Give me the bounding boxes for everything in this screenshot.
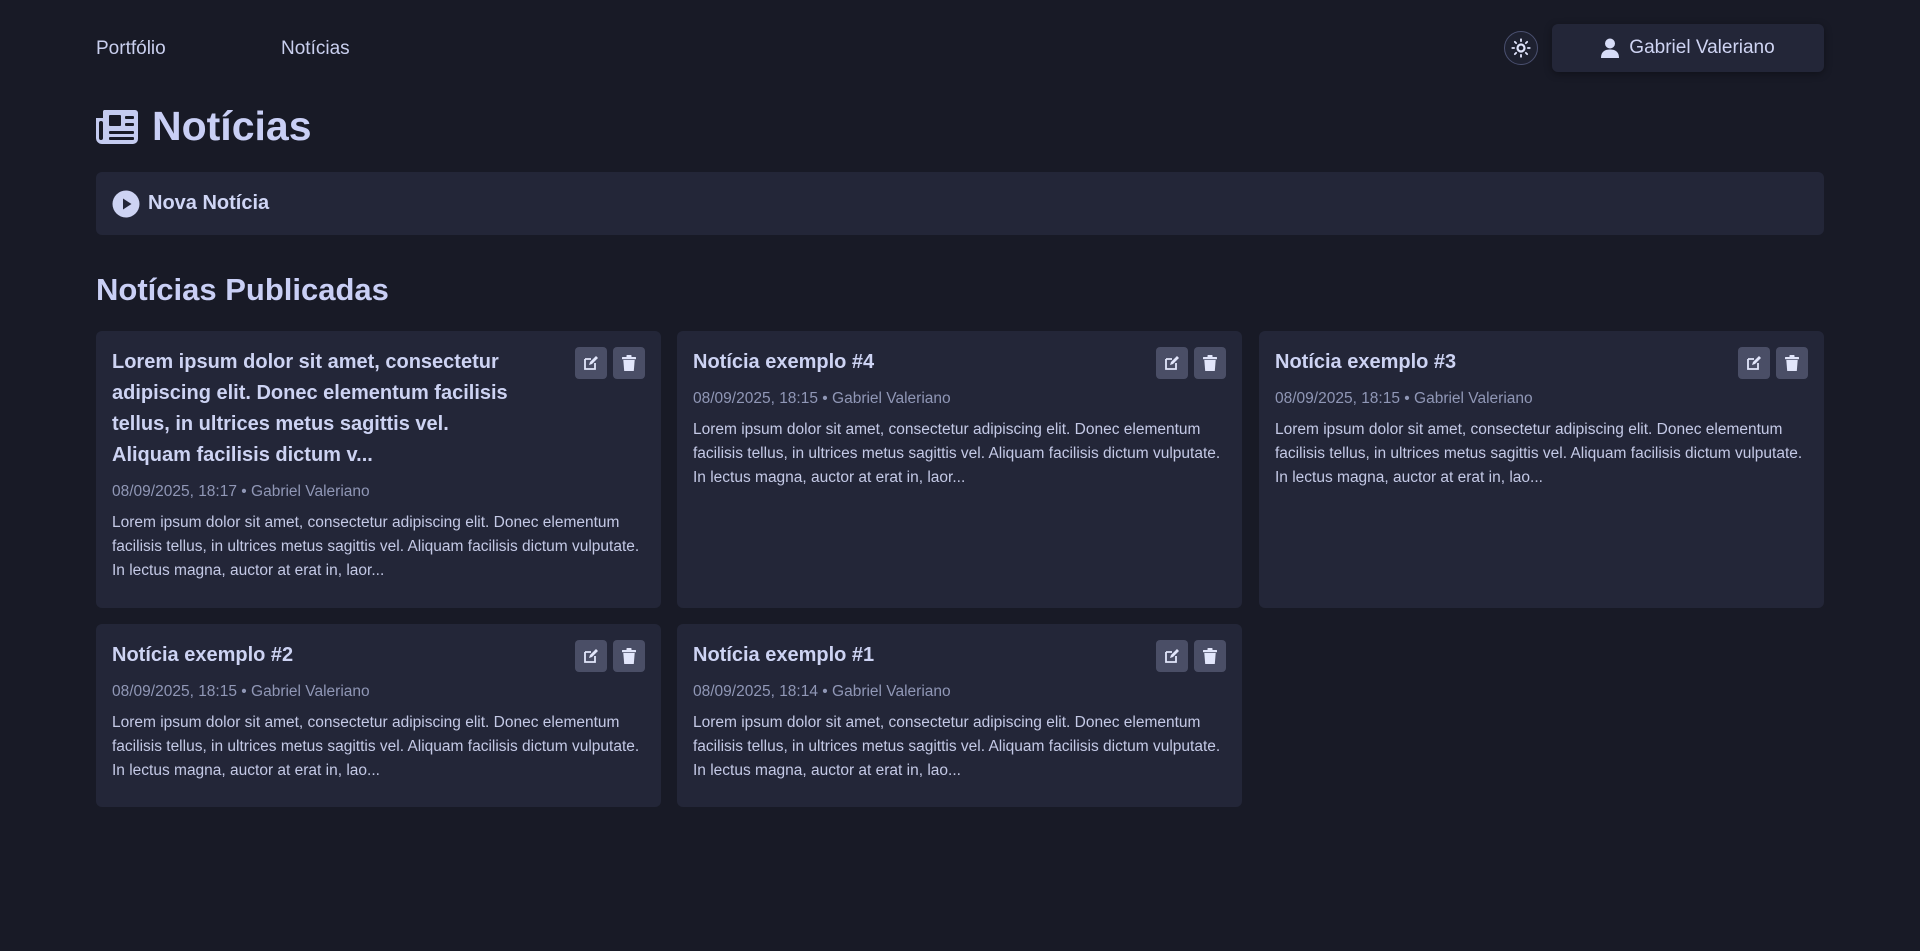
user-name: Gabriel Valeriano [1629, 37, 1775, 58]
trash-icon [1203, 648, 1217, 664]
news-card-actions [1738, 347, 1808, 379]
news-card: Lorem ipsum dolor sit amet, consectetur … [96, 331, 661, 608]
news-card-body: Lorem ipsum dolor sit amet, consectetur … [1275, 421, 1803, 486]
delete-button[interactable] [1194, 347, 1226, 379]
trash-icon [622, 355, 636, 371]
page: Portfólio Notícias Gabriel Valeriano Not… [0, 0, 1920, 951]
news-card-title[interactable]: Notícia exemplo #1 [693, 640, 1093, 671]
news-card: Notícia exemplo #4 08/09/2025, 18:15 • G… [677, 331, 1242, 608]
delete-button[interactable] [1194, 640, 1226, 672]
news-card-body: Lorem ipsum dolor sit amet, consectetur … [693, 714, 1221, 779]
theme-toggle-button[interactable] [1504, 31, 1538, 65]
news-card-body: Lorem ipsum dolor sit amet, consectetur … [693, 421, 1221, 486]
news-card-title[interactable]: Notícia exemplo #3 [1275, 347, 1675, 378]
news-card: Notícia exemplo #3 08/09/2025, 18:15 • G… [1259, 331, 1824, 608]
delete-button[interactable] [613, 347, 645, 379]
news-card: Notícia exemplo #2 08/09/2025, 18:15 • G… [96, 624, 661, 807]
edit-icon [1747, 356, 1761, 370]
news-card: Notícia exemplo #1 08/09/2025, 18:14 • G… [677, 624, 1242, 807]
news-card-actions [575, 640, 645, 672]
news-card-meta: 08/09/2025, 18:15 • Gabriel Valeriano [1275, 390, 1533, 407]
new-news-toggle[interactable]: Nova Notícia [96, 172, 1824, 235]
play-circle-icon [112, 190, 140, 217]
edit-button[interactable] [1156, 640, 1188, 672]
news-card-title[interactable]: Lorem ipsum dolor sit amet, consectetur … [112, 347, 512, 471]
news-card-title[interactable]: Notícia exemplo #2 [112, 640, 512, 671]
edit-icon [584, 649, 598, 663]
edit-button[interactable] [1738, 347, 1770, 379]
news-card-meta: 08/09/2025, 18:14 • Gabriel Valeriano [693, 683, 951, 700]
edit-icon [1165, 356, 1179, 370]
delete-button[interactable] [613, 640, 645, 672]
news-card-actions [575, 347, 645, 379]
news-card-actions [1156, 640, 1226, 672]
trash-icon [1203, 355, 1217, 371]
news-card-meta: 08/09/2025, 18:15 • Gabriel Valeriano [693, 390, 951, 407]
news-card-meta: 08/09/2025, 18:17 • Gabriel Valeriano [112, 483, 370, 500]
page-title: Notícias [152, 102, 312, 149]
edit-button[interactable] [1156, 347, 1188, 379]
edit-icon [1165, 649, 1179, 663]
news-card-body: Lorem ipsum dolor sit amet, consectetur … [112, 714, 640, 779]
trash-icon [622, 648, 636, 664]
nav-link-portfolio[interactable]: Portfólio [96, 38, 166, 60]
section-title: Notícias Publicadas [96, 272, 389, 307]
top-nav: Portfólio Notícias Gabriel Valeriano [96, 24, 1824, 72]
edit-icon [584, 356, 598, 370]
nav-link-noticias[interactable]: Notícias [281, 38, 350, 60]
edit-button[interactable] [575, 640, 607, 672]
sun-icon [1511, 38, 1531, 58]
news-card-meta: 08/09/2025, 18:15 • Gabriel Valeriano [112, 683, 370, 700]
news-card-title[interactable]: Notícia exemplo #4 [693, 347, 1093, 378]
page-title-row: Notícias [96, 100, 312, 152]
trash-icon [1785, 355, 1799, 371]
newspaper-icon [96, 110, 138, 144]
user-menu-button[interactable]: Gabriel Valeriano [1552, 24, 1824, 72]
news-card-body: Lorem ipsum dolor sit amet, consectetur … [112, 514, 640, 579]
new-news-label: Nova Notícia [148, 192, 270, 214]
delete-button[interactable] [1776, 347, 1808, 379]
edit-button[interactable] [575, 347, 607, 379]
user-icon [1601, 38, 1620, 58]
news-card-actions [1156, 347, 1226, 379]
